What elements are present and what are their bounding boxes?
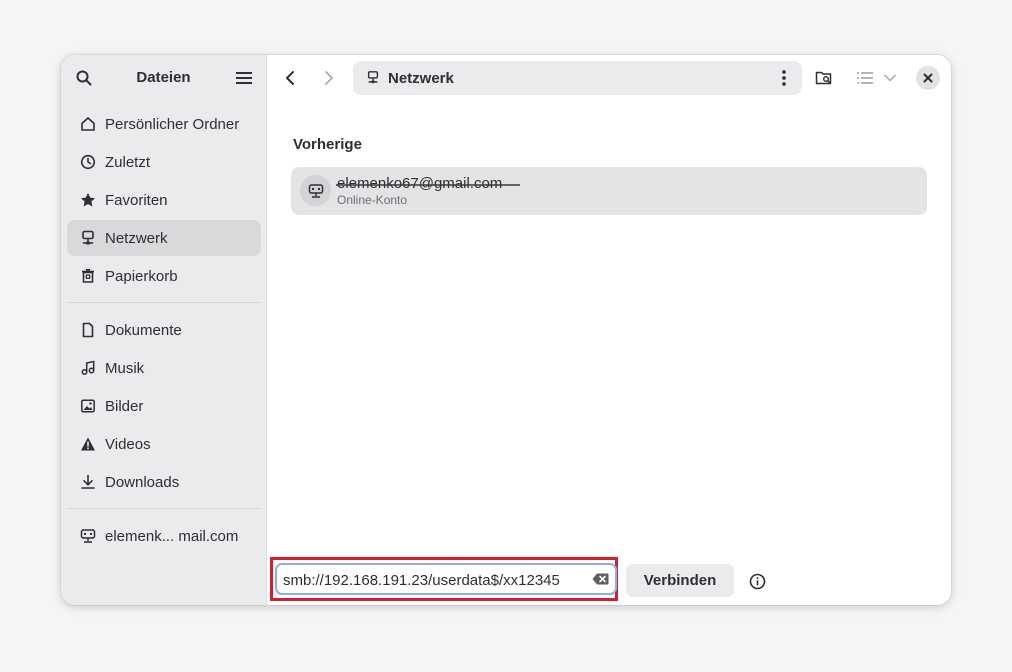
chevron-right-icon xyxy=(325,71,333,85)
sidebar-item-label: Persönlicher Ordner xyxy=(105,115,240,133)
trash-icon xyxy=(79,267,97,285)
server-address-input[interactable] xyxy=(283,570,583,590)
home-icon xyxy=(79,115,97,133)
location-label: Netzwerk xyxy=(388,70,454,87)
redaction-strike xyxy=(336,184,520,186)
sidebar-item-music[interactable]: Musik xyxy=(67,350,261,386)
sidebar-item-label: Dokumente xyxy=(105,321,182,339)
close-icon xyxy=(923,73,933,83)
sidebar-item-recent[interactable]: Zuletzt xyxy=(67,144,261,180)
header-bar: Netzwerk xyxy=(267,55,951,101)
network-icon xyxy=(79,229,97,247)
star-icon xyxy=(79,191,97,209)
back-button[interactable] xyxy=(275,63,305,93)
folder-search-icon xyxy=(815,71,832,85)
info-icon xyxy=(749,573,765,589)
clear-input-button[interactable] xyxy=(591,572,609,586)
network-icon xyxy=(366,70,380,90)
sidebar-divider xyxy=(67,302,261,303)
server-address-field[interactable] xyxy=(275,563,617,595)
close-window-button[interactable] xyxy=(916,66,940,90)
sidebar-item-network[interactable]: Netzwerk xyxy=(67,220,261,256)
recent-server-item[interactable]: elemenko67@gmail.com Online-Konto xyxy=(291,167,927,215)
sidebar-item-label: Videos xyxy=(105,435,151,453)
view-options-button[interactable] xyxy=(879,63,901,93)
sidebar-item-starred[interactable]: Favoriten xyxy=(67,182,261,218)
sidebar-item-label: Downloads xyxy=(105,473,180,491)
hamburger-menu-icon xyxy=(236,72,252,84)
warning-icon xyxy=(79,435,97,453)
location-menu-button[interactable] xyxy=(774,66,794,90)
sidebar-header: Dateien xyxy=(61,55,266,101)
sidebar-item-label: Papierkorb xyxy=(105,267,178,285)
document-icon xyxy=(79,321,97,339)
places-list: Persönlicher Ordner Zuletzt Favoriten Ne… xyxy=(67,106,261,556)
connect-to-server-bar: Verbinden xyxy=(267,555,951,605)
recent-servers-heading: Vorherige xyxy=(293,136,362,153)
image-icon xyxy=(79,397,97,415)
sidebar-divider xyxy=(67,508,261,509)
chevron-left-icon xyxy=(286,71,294,85)
sidebar-item-label: Zuletzt xyxy=(105,153,151,171)
location-bar[interactable]: Netzwerk xyxy=(353,61,802,95)
sidebar-item-label: elemenk... mail.com xyxy=(105,527,239,545)
search-location-button[interactable] xyxy=(809,63,839,93)
download-icon xyxy=(79,473,97,491)
network-server-icon xyxy=(79,527,97,545)
chevron-down-icon xyxy=(884,74,896,82)
sidebar-item-videos[interactable]: Videos xyxy=(67,426,261,462)
sidebar-item-label: Favoriten xyxy=(105,191,168,209)
view-mode-button[interactable] xyxy=(850,63,880,93)
forward-button[interactable] xyxy=(314,63,344,93)
main-menu-button[interactable] xyxy=(227,62,261,94)
clock-icon xyxy=(79,153,97,171)
kebab-menu-icon xyxy=(782,70,786,86)
connect-button[interactable]: Verbinden xyxy=(626,564,734,597)
sidebar-item-pictures[interactable]: Bilder xyxy=(67,388,261,424)
list-view-icon xyxy=(857,72,873,84)
sidebar-item-trash[interactable]: Papierkorb xyxy=(67,258,261,294)
network-server-icon xyxy=(300,175,331,206)
sidebar-item-home[interactable]: Persönlicher Ordner xyxy=(67,106,261,142)
sidebar-item-downloads[interactable]: Downloads xyxy=(67,464,261,500)
music-icon xyxy=(79,359,97,377)
sidebar-item-label: Netzwerk xyxy=(105,229,168,247)
main-content: Netzwerk Vorherige elemen xyxy=(267,55,951,605)
sidebar: Dateien Persönlicher Ordner Zuletzt Favo… xyxy=(61,55,267,605)
sidebar-item-label: Bilder xyxy=(105,397,144,415)
server-info-button[interactable] xyxy=(747,571,767,591)
sidebar-item-online-account[interactable]: elemenk... mail.com xyxy=(67,518,261,554)
sidebar-item-documents[interactable]: Dokumente xyxy=(67,312,261,348)
server-subtitle: Online-Konto xyxy=(337,193,408,207)
sidebar-item-label: Musik xyxy=(105,359,145,377)
clear-icon xyxy=(592,573,608,585)
file-manager-window: Dateien Persönlicher Ordner Zuletzt Favo… xyxy=(61,55,951,605)
